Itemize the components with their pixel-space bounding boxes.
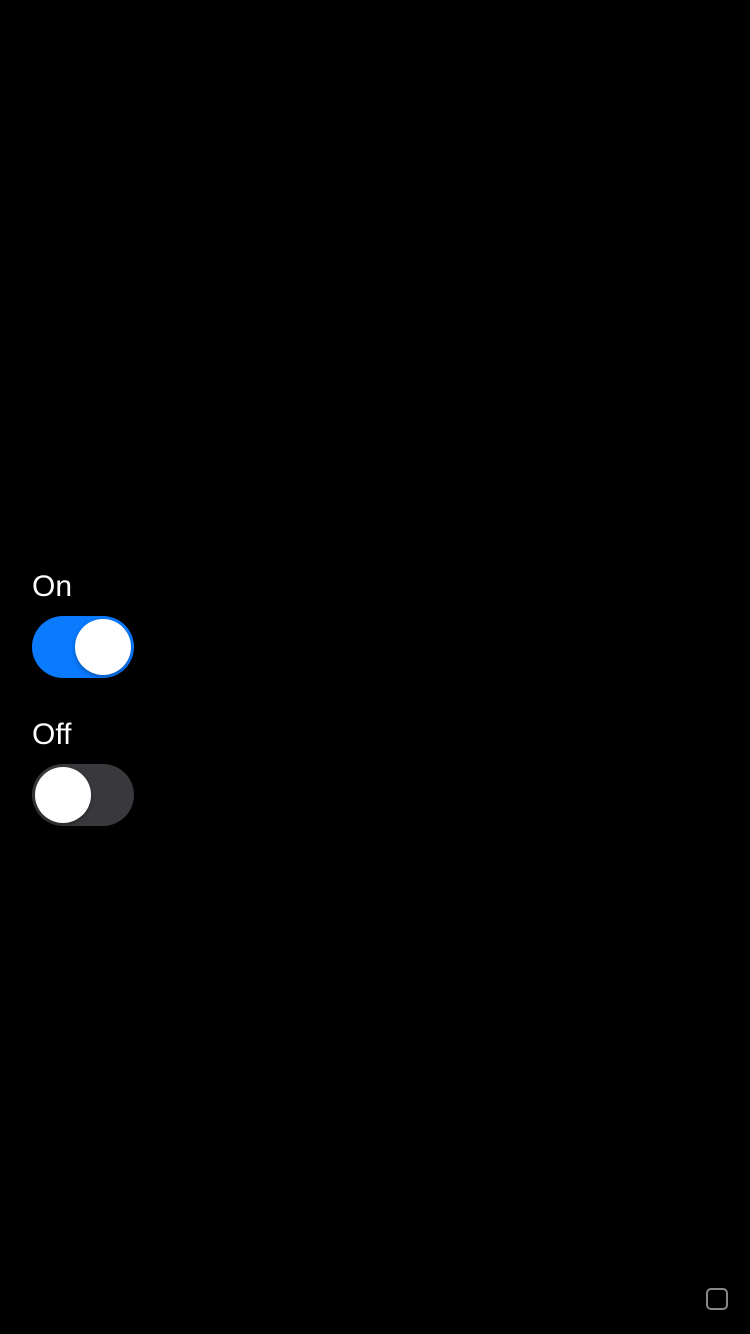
toggle-group-on: On	[32, 570, 134, 678]
toggle-label-off: Off	[32, 718, 134, 752]
toggle-group-off: Off	[32, 718, 134, 826]
square-icon[interactable]	[706, 1288, 728, 1310]
toggle-thumb	[75, 619, 131, 675]
toggle-label-on: On	[32, 570, 134, 604]
toggle-switch-off[interactable]	[32, 764, 134, 826]
toggle-list: On Off	[32, 570, 134, 866]
toggle-switch-on[interactable]	[32, 616, 134, 678]
toggle-thumb	[35, 767, 91, 823]
